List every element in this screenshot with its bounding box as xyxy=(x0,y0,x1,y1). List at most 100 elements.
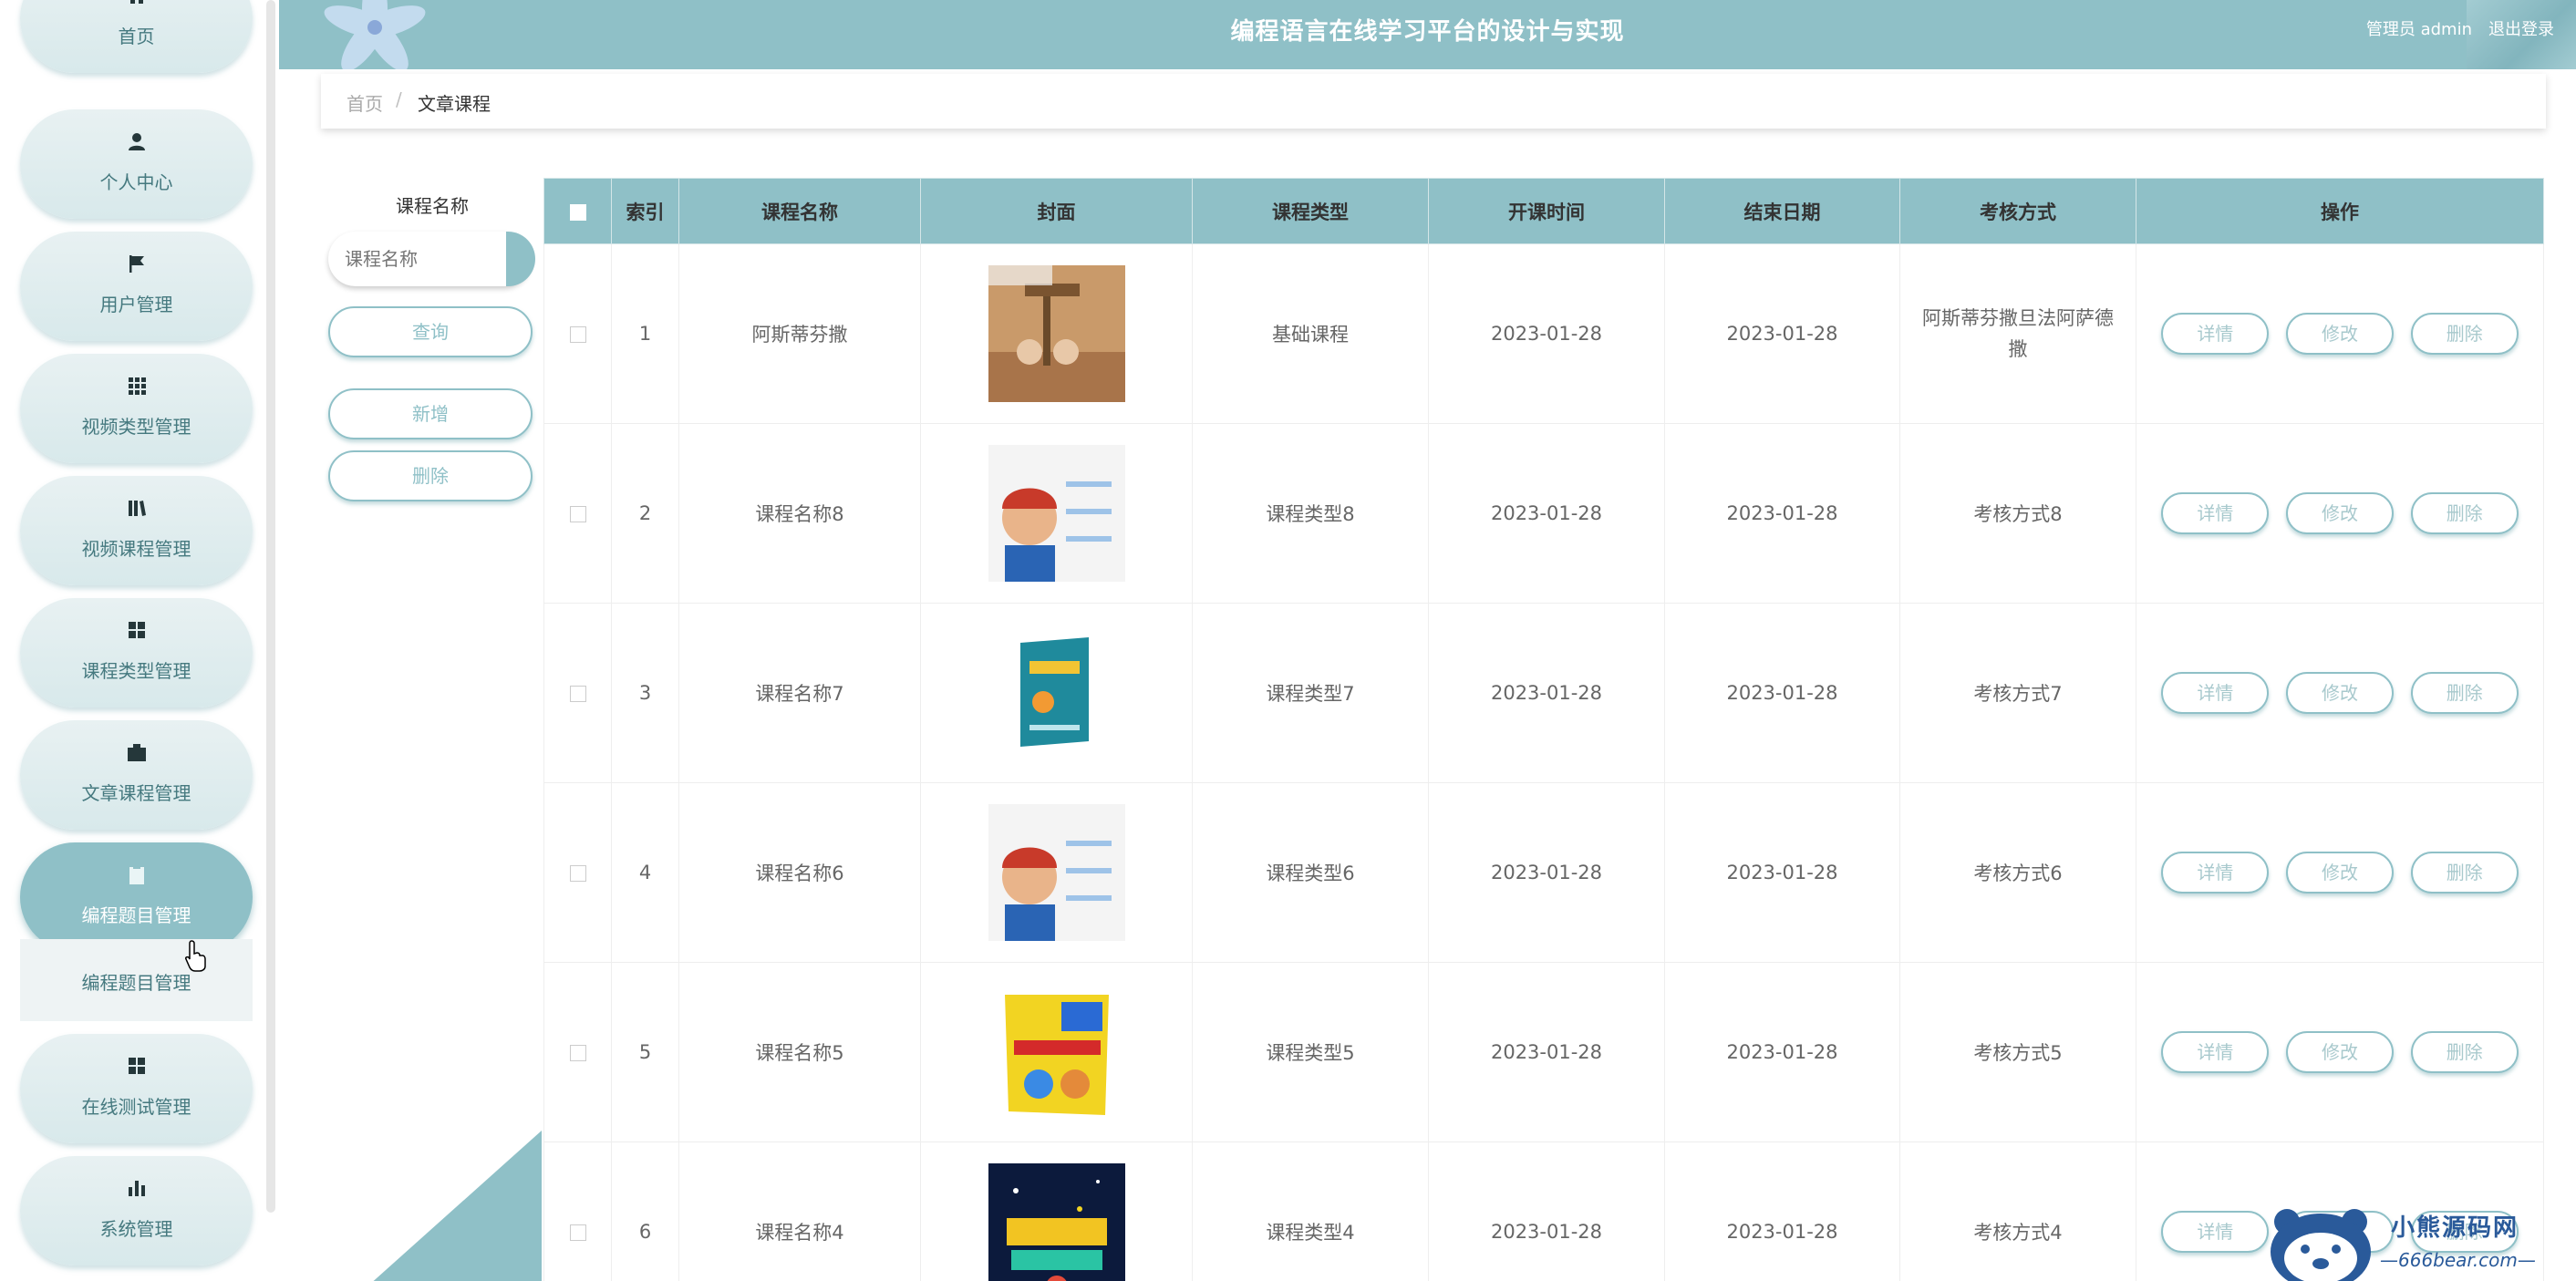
edit-button[interactable]: 修改 xyxy=(2286,492,2394,534)
table-row: 1 阿斯蒂芬撒 基础课程 2023-01-28 2023-01-28 阿斯蒂芬撒… xyxy=(543,243,2544,424)
sidebar-item-course-types[interactable]: 课程类型管理 xyxy=(20,598,253,708)
batch-delete-button[interactable]: 删除 xyxy=(328,450,533,501)
cell-type: 课程类型4 xyxy=(1192,1142,1429,1281)
course-table: 索引 课程名称 封面 课程类型 开课时间 结束日期 考核方式 操作 1 阿斯蒂芬… xyxy=(543,178,2544,1281)
current-user: 管理员 admin xyxy=(2365,20,2472,39)
watermark-name: 小熊源码网 xyxy=(2391,1214,2519,1242)
table-row: 4 课程名称6 课程类型6 2023-01-28 2023-01-28 考核方式… xyxy=(543,782,2544,963)
search-panel: 课程名称 查询 新增 删除 xyxy=(319,173,538,501)
edit-button[interactable]: 修改 xyxy=(2286,672,2394,714)
select-all-header xyxy=(543,178,612,244)
edit-button[interactable]: 修改 xyxy=(2286,852,2394,894)
sidebar-item-profile[interactable]: 个人中心 xyxy=(20,109,253,219)
sidebar-item-online-tests[interactable]: 在线测试管理 xyxy=(20,1034,253,1143)
cover-image xyxy=(988,984,1125,1121)
sidebar-item-programming-problems[interactable]: 编程题目管理 xyxy=(20,842,253,952)
grid-icon xyxy=(20,376,253,398)
table-row: 5 课程名称5 课程类型5 2023-01-28 2023-01-28 考核方式… xyxy=(543,962,2544,1142)
table-row: 6 课程名称4 课程类型4 2023-01-28 2023-01-28 考核方式… xyxy=(543,1142,2544,1281)
cover-image xyxy=(988,1163,1125,1281)
user-icon xyxy=(20,131,253,153)
apps-icon xyxy=(20,620,253,642)
sidebar-item-video-courses[interactable]: 视频课程管理 xyxy=(20,476,253,585)
sidebar-item-label: 编程题目管理 xyxy=(81,904,191,926)
app-title: 编程语言在线学习平台的设计与实现 xyxy=(1230,18,1625,46)
breadcrumb: 首页 / 文章课程 xyxy=(321,74,2546,129)
cell-start-date: 2023-01-28 xyxy=(1428,603,1665,783)
top-header: 编程语言在线学习平台的设计与实现 管理员 admin 退出登录 xyxy=(279,0,2576,69)
row-checkbox[interactable] xyxy=(569,1224,586,1241)
flag-icon xyxy=(20,253,253,275)
search-label: 课程名称 xyxy=(396,195,469,217)
cell-type: 课程类型5 xyxy=(1192,962,1429,1142)
edit-button[interactable]: 修改 xyxy=(2286,1031,2394,1073)
select-all-checkbox[interactable] xyxy=(569,203,586,221)
cover-image xyxy=(988,445,1125,582)
cell-type: 课程类型8 xyxy=(1192,423,1429,604)
delete-button[interactable]: 删除 xyxy=(2410,313,2519,355)
query-button[interactable]: 查询 xyxy=(328,306,533,357)
briefcase-icon xyxy=(20,742,253,764)
mouse-cursor-icon xyxy=(185,940,206,972)
row-checkbox[interactable] xyxy=(569,506,586,522)
sidebar-item-article-courses[interactable]: 文章课程管理 xyxy=(20,720,253,830)
book-icon xyxy=(20,498,253,520)
delete-button[interactable]: 删除 xyxy=(2410,852,2519,894)
sidebar-item-label: 视频课程管理 xyxy=(81,538,191,560)
cell-end-date: 2023-01-28 xyxy=(1664,782,1900,963)
breadcrumb-home[interactable]: 首页 xyxy=(347,89,383,116)
sidebar-item-home[interactable]: 首页 xyxy=(20,0,253,73)
breadcrumb-current: 文章课程 xyxy=(418,93,491,115)
cell-name: 课程名称6 xyxy=(678,782,921,963)
sidebar-item-label: 首页 xyxy=(118,26,155,47)
cell-type: 课程类型6 xyxy=(1192,782,1429,963)
cover-image xyxy=(988,625,1125,761)
sidebar-item-label: 课程类型管理 xyxy=(81,660,191,682)
sidebar-item-label: 视频类型管理 xyxy=(81,416,191,438)
watermark: 小熊源码网 —666bear.com— xyxy=(2252,1194,2562,1281)
cell-name: 课程名称4 xyxy=(678,1142,921,1281)
row-checkbox[interactable] xyxy=(569,686,586,702)
cell-end-date: 2023-01-28 xyxy=(1664,603,1900,783)
sidebar: 首页 个人中心 用户管理 视频类型管理 视频课程管理 课程类型管理 文章课程管理… xyxy=(0,0,279,1281)
cell-assessment: 考核方式8 xyxy=(1899,423,2136,604)
detail-button[interactable]: 详情 xyxy=(2161,852,2270,894)
delete-button[interactable]: 删除 xyxy=(2410,672,2519,714)
edit-button[interactable]: 修改 xyxy=(2286,313,2394,355)
delete-button[interactable]: 删除 xyxy=(2410,1031,2519,1073)
row-checkbox[interactable] xyxy=(569,865,586,882)
column-header: 课程类型 xyxy=(1192,178,1429,244)
row-checkbox[interactable] xyxy=(569,326,586,343)
cell-name: 课程名称8 xyxy=(678,423,921,604)
column-header: 课程名称 xyxy=(678,178,921,244)
submenu-item-programming-problems[interactable]: 编程题目管理 xyxy=(20,968,253,995)
cell-assessment: 考核方式4 xyxy=(1899,1142,2136,1281)
cover-image xyxy=(988,804,1125,941)
column-header: 考核方式 xyxy=(1899,178,2136,244)
corner-decoration xyxy=(368,1131,542,1281)
detail-button[interactable]: 详情 xyxy=(2161,313,2270,355)
cell-index: 6 xyxy=(611,1142,679,1281)
cell-start-date: 2023-01-28 xyxy=(1428,243,1665,424)
sidebar-item-video-types[interactable]: 视频类型管理 xyxy=(20,354,253,463)
cell-name: 课程名称7 xyxy=(678,603,921,783)
logout-link[interactable]: 退出登录 xyxy=(2488,16,2554,40)
home-icon xyxy=(20,0,253,7)
search-input[interactable] xyxy=(328,232,531,286)
bear-logo-icon xyxy=(2271,1209,2371,1281)
delete-button[interactable]: 删除 xyxy=(2410,492,2519,534)
detail-button[interactable]: 详情 xyxy=(2161,1031,2270,1073)
sidebar-item-users[interactable]: 用户管理 xyxy=(20,232,253,341)
sidebar-item-system[interactable]: 系统管理 xyxy=(20,1156,253,1266)
column-header: 操作 xyxy=(2136,178,2544,244)
detail-button[interactable]: 详情 xyxy=(2161,492,2270,534)
sidebar-scrollbar[interactable] xyxy=(266,0,275,1213)
cell-start-date: 2023-01-28 xyxy=(1428,782,1665,963)
row-checkbox[interactable] xyxy=(569,1045,586,1061)
cover-image xyxy=(988,265,1125,402)
sidebar-item-label: 在线测试管理 xyxy=(81,1096,191,1118)
cell-type: 基础课程 xyxy=(1192,243,1429,424)
add-button[interactable]: 新增 xyxy=(328,388,533,439)
detail-button[interactable]: 详情 xyxy=(2161,672,2270,714)
cell-assessment: 考核方式6 xyxy=(1899,782,2136,963)
